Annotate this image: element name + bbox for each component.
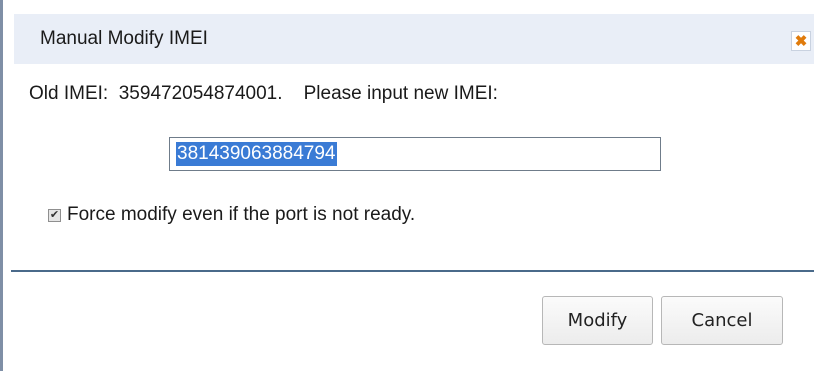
- new-imei-value: 381439063884794: [176, 142, 337, 166]
- force-modify-option[interactable]: ✔ Force modify even if the port is not r…: [48, 204, 415, 226]
- dialog-titlebar: Manual Modify IMEI ✖: [14, 14, 814, 64]
- modify-button[interactable]: Modify: [542, 296, 653, 345]
- footer-divider: [11, 270, 814, 272]
- force-modify-checkbox[interactable]: ✔: [48, 208, 61, 222]
- modify-imei-dialog: Manual Modify IMEI ✖ Old IMEI: 359472054…: [3, 0, 814, 371]
- new-imei-input[interactable]: 381439063884794: [169, 137, 661, 171]
- force-modify-label: Force modify even if the port is not rea…: [67, 204, 416, 225]
- close-icon: ✖: [794, 32, 808, 50]
- imei-info-text: Old IMEI: 359472054874001. Please input …: [29, 83, 498, 104]
- close-button[interactable]: ✖: [791, 31, 811, 51]
- dialog-title: Manual Modify IMEI: [40, 28, 208, 49]
- cancel-button[interactable]: Cancel: [661, 296, 783, 345]
